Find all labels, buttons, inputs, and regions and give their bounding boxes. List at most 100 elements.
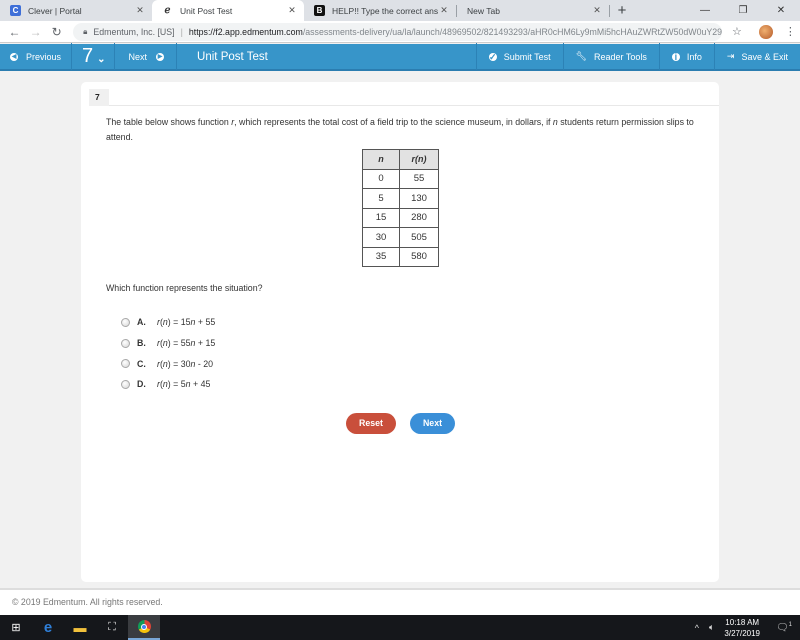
browser-tab-new-tab[interactable]: New Tab ✕ xyxy=(457,0,609,21)
radio-button[interactable] xyxy=(121,338,130,348)
table-row: 30 505 xyxy=(362,227,439,248)
tab-title: New Tab xyxy=(467,5,500,16)
close-tab-icon[interactable]: ✕ xyxy=(134,5,146,16)
store-icon[interactable]: ⛶ xyxy=(96,615,128,640)
check-circle-icon: ✓ xyxy=(488,51,497,62)
chevron-down-icon: ⌄ xyxy=(97,54,106,65)
action-center-icon[interactable]: 🗨︎1 xyxy=(774,622,794,633)
taskbar: ⊞ e ▬ ⛶ ^ 🔈︎ 10:18 AM 3/27/2019 🗨︎1 xyxy=(0,615,800,640)
choice-text: r(n) = 5n + 45 xyxy=(157,379,211,390)
reload-icon[interactable]: ↻ xyxy=(46,25,67,39)
next-button[interactable]: Next xyxy=(410,413,455,434)
previous-button[interactable]: ◀ Previous xyxy=(0,43,73,70)
radio-button[interactable] xyxy=(121,317,130,327)
info-label: Info xyxy=(686,51,702,62)
table-row: 5 130 xyxy=(362,188,439,209)
site-identity: Edmentum, Inc. [US] xyxy=(93,26,175,37)
url-path: /assessments-delivery/ua/la/launch/48969… xyxy=(302,26,723,37)
page-title: Unit Post Test xyxy=(197,50,268,63)
prompt-text: The table below shows function xyxy=(106,117,232,127)
window-controls: — ❐ ✕ xyxy=(686,0,800,21)
close-tab-icon[interactable]: ✕ xyxy=(591,5,603,16)
browser-tab-clever[interactable]: C Clever | Portal ✕ xyxy=(0,0,152,21)
show-hidden-icons-chevron[interactable]: ^ xyxy=(695,623,699,633)
question-number-badge: 7 xyxy=(89,89,109,106)
copyright-text: © 2019 Edmentum. All rights reserved. xyxy=(12,597,163,607)
submit-test-button[interactable]: ✓ Submit Test xyxy=(475,43,563,70)
lock-icon: 🔒︎ xyxy=(83,26,88,36)
choice-letter: C. xyxy=(137,358,146,369)
reader-tools-label: Reader Tools xyxy=(594,51,647,62)
tab-title: Unit Post Test xyxy=(180,5,233,16)
browser-tab-unit-post-test[interactable]: ℯ Unit Post Test ✕ xyxy=(152,0,304,21)
cell-rn: 580 xyxy=(399,246,439,267)
radio-button[interactable] xyxy=(121,379,130,389)
question-number-dropdown[interactable]: 7 ⌄ xyxy=(72,43,115,70)
cell-n: 35 xyxy=(362,246,400,267)
clock[interactable]: 10:18 AM 3/27/2019 xyxy=(724,617,760,639)
cell-rn: 55 xyxy=(399,168,439,189)
submit-label: Submit Test xyxy=(503,51,551,62)
table-header-row: n r(n) xyxy=(362,149,439,170)
choice-c[interactable]: C. r(n) = 30n - 20 xyxy=(121,353,215,374)
reader-tools-button[interactable]: 🔧︎ Reader Tools xyxy=(562,43,659,70)
url-separator: | xyxy=(180,26,183,37)
url-host: https://f2.app.edmentum.com xyxy=(188,26,303,37)
chrome-logo xyxy=(137,620,151,633)
back-icon[interactable]: ← xyxy=(4,25,25,39)
info-button[interactable]: i Info xyxy=(658,43,714,70)
cell-n: 0 xyxy=(362,168,400,189)
page-footer: © 2019 Edmentum. All rights reserved. xyxy=(0,588,800,615)
next-nav-button[interactable]: Next ▶ xyxy=(115,43,178,70)
close-tab-icon[interactable]: ✕ xyxy=(286,5,298,16)
minimize-icon[interactable]: — xyxy=(686,0,724,21)
reset-button[interactable]: Reset xyxy=(346,413,396,434)
arrow-right-circle-icon: ▶ xyxy=(156,52,165,61)
edge-browser-icon[interactable]: e xyxy=(32,615,64,640)
cell-n: 30 xyxy=(362,227,400,248)
choice-letter: B. xyxy=(137,338,146,349)
choice-d[interactable]: D. r(n) = 5n + 45 xyxy=(121,374,215,395)
clever-icon: C xyxy=(10,5,21,16)
prompt-text: , which represents the total cost of a f… xyxy=(234,117,553,127)
choice-b[interactable]: B. r(n) = 55n + 15 xyxy=(121,333,215,354)
question-prompt: The table below shows function r, which … xyxy=(106,115,701,145)
table-row: 0 55 xyxy=(362,168,439,189)
column-header-rn: r(n) xyxy=(399,149,439,170)
assessment-nav-bar: ◀ Previous 7 ⌄ Next ▶ Unit Post Test ✓ S… xyxy=(0,43,800,71)
tab-title: Clever | Portal xyxy=(28,5,82,16)
close-tab-icon[interactable]: ✕ xyxy=(438,5,450,16)
profile-avatar[interactable] xyxy=(759,24,773,39)
forward-icon[interactable]: → xyxy=(25,25,46,39)
arrow-left-circle-icon: ◀ xyxy=(10,52,18,61)
close-window-icon[interactable]: ✕ xyxy=(762,0,800,21)
choice-letter: A. xyxy=(137,317,146,328)
question-number: 7 xyxy=(82,45,94,67)
answer-choices: A. r(n) = 15n + 55 B. r(n) = 55n + 15 C.… xyxy=(121,312,215,395)
info-circle-icon: i xyxy=(671,52,680,61)
cell-rn: 280 xyxy=(399,207,439,228)
volume-muted-icon[interactable]: 🔈︎ xyxy=(709,622,714,633)
bookmark-star-icon[interactable]: ☆ xyxy=(726,25,747,38)
previous-label: Previous xyxy=(26,51,62,62)
address-bar: ← → ↻ 🔒︎ Edmentum, Inc. [US] | https://f… xyxy=(0,21,800,43)
url-input[interactable]: 🔒︎ Edmentum, Inc. [US] | https://f2.app.… xyxy=(73,22,723,41)
windows-start-icon[interactable]: ⊞ xyxy=(0,615,32,640)
choice-text: r(n) = 30n - 20 xyxy=(157,358,214,369)
radio-button[interactable] xyxy=(121,359,130,369)
browser-tab-help[interactable]: B HELP!! Type the correct answer in ✕ xyxy=(304,0,456,21)
save-exit-button[interactable]: ⇥ Save & Exit xyxy=(713,43,800,70)
table-row: 35 580 xyxy=(362,246,439,267)
restore-icon[interactable]: ❐ xyxy=(724,0,762,21)
choice-a[interactable]: A. r(n) = 15n + 55 xyxy=(121,312,215,333)
browser-menu-icon[interactable]: ⋮ xyxy=(781,25,800,38)
wrench-icon: 🔧︎ xyxy=(575,51,588,61)
choice-letter: D. xyxy=(137,379,146,390)
function-table: n r(n) 0 55 5 130 15 280 30 505 35 580 xyxy=(362,149,439,267)
new-tab-button[interactable]: + xyxy=(610,3,634,18)
file-explorer-icon[interactable]: ▬ xyxy=(64,615,96,640)
chrome-icon[interactable] xyxy=(128,615,160,640)
question-panel: 7 The table below shows function r, whic… xyxy=(81,82,719,582)
divider xyxy=(109,105,719,106)
cell-n: 15 xyxy=(362,207,400,228)
